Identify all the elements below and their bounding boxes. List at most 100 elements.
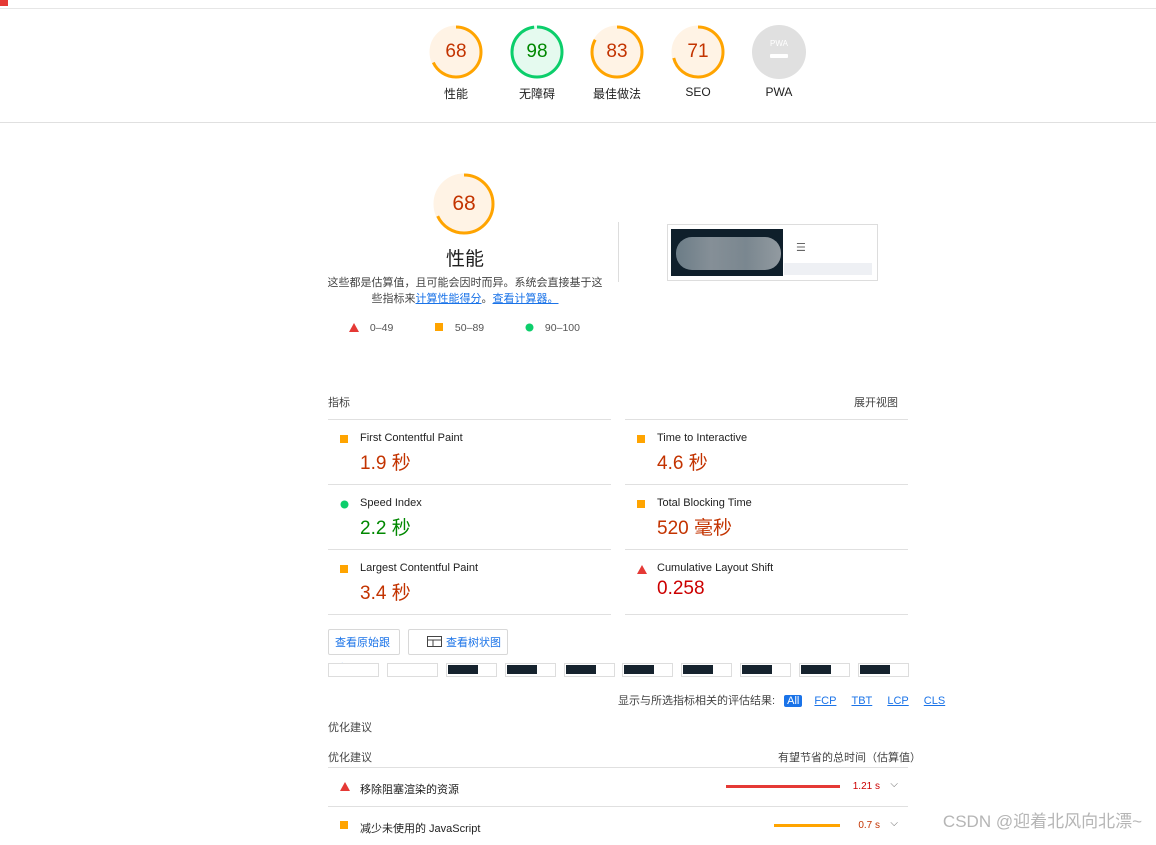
legend-average: 50–89 — [435, 322, 484, 334]
filter-chip-lcp[interactable]: LCP — [884, 695, 911, 707]
gauge-score: 83 — [606, 41, 628, 62]
square-icon — [637, 435, 645, 443]
gauge-label: 最佳做法 — [592, 87, 641, 101]
gauge-score: 71 — [687, 41, 709, 62]
treemap-label: 查看树状图 — [446, 637, 501, 649]
opportunity-unused-js[interactable]: 减少未使用的 JavaScript 0.7 s ⌵ — [328, 806, 908, 845]
savings-time: 0.7 s — [858, 820, 880, 831]
metric-cls: Cumulative Layout Shift 0.258 — [625, 549, 908, 614]
metric-name: Largest Contentful Paint — [360, 562, 479, 574]
filmstrip-frame — [387, 663, 438, 677]
savings-bar — [726, 785, 840, 788]
filmstrip-frame — [446, 663, 497, 677]
screenshot-strip — [784, 263, 872, 275]
performance-score: 68 — [452, 192, 476, 215]
description-punct: 。 — [481, 293, 493, 305]
filter-chip-all[interactable]: All — [784, 695, 803, 707]
view-trace-button[interactable]: 查看原始跟踪 — [328, 629, 400, 675]
gauge-best-practices[interactable]: 83 最佳做法 — [582, 24, 652, 102]
gauge-label: 性能 — [443, 87, 468, 101]
savings-time: 1.21 s — [852, 781, 880, 792]
divider — [625, 614, 908, 615]
opportunity-name: 减少未使用的 JavaScript — [360, 823, 481, 835]
filmstrip-frame — [622, 663, 673, 677]
gauge-score: 98 — [526, 41, 548, 62]
pwa-badge-text: PWA — [770, 39, 789, 48]
gauge-label: PWA — [765, 85, 793, 99]
watermark: CSDN @迎着北风向北漂~ — [942, 812, 1142, 831]
legend-fail: 0–49 — [349, 322, 393, 334]
metric-lcp: Largest Contentful Paint 3.4 秒 — [328, 549, 611, 614]
treemap-icon — [427, 636, 442, 647]
filmstrip-frame — [681, 663, 732, 677]
circle-icon — [340, 500, 349, 509]
gauge-pwa[interactable]: PWA PWA — [744, 24, 814, 99]
performance-title: 性能 — [445, 249, 484, 270]
gauge-label: SEO — [685, 85, 711, 99]
metric-name: Time to Interactive — [657, 432, 748, 444]
opportunities-title: 优化建议 — [328, 722, 372, 734]
metric-value: 1.9 秒 — [360, 453, 411, 474]
filmstrip-frame — [505, 663, 556, 677]
legend-range: 0–49 — [369, 322, 394, 334]
gauge-accessibility[interactable]: 98 无障碍 — [502, 24, 572, 102]
metrics-title: 指标 — [328, 397, 350, 409]
pwa-badge-icon: PWA — [752, 25, 806, 79]
metric-name: Speed Index — [360, 497, 422, 509]
opportunity-render-blocking[interactable]: 移除阻塞渲染的资源 1.21 s ⌵ — [328, 767, 908, 806]
metric-name: Cumulative Layout Shift — [657, 562, 774, 574]
divider — [618, 222, 619, 282]
square-icon — [435, 323, 443, 331]
score-summary: 68 性能 98 无障碍 83 最佳做法 71 SEO PWA PWA — [0, 0, 1156, 123]
triangle-icon — [349, 323, 359, 332]
audit-filter: 显示与所选指标相关的评估结果: All FCP TBT LCP CLS — [618, 692, 948, 708]
filmstrip-frame — [328, 663, 379, 677]
performance-gauge: 68 — [430, 172, 498, 238]
chevron-down-icon[interactable]: ⌵ — [890, 779, 898, 790]
metric-name: Total Blocking Time — [657, 497, 752, 509]
opportunity-name: 移除阻塞渲染的资源 — [360, 784, 459, 796]
metric-fcp: First Contentful Paint 1.9 秒 — [328, 419, 611, 484]
legend-pass: 90–100 — [525, 322, 580, 334]
metric-si: Speed Index 2.2 秒 — [328, 484, 611, 549]
metric-tti: Time to Interactive 4.6 秒 — [625, 419, 908, 484]
square-icon — [637, 500, 645, 508]
filmstrip-frame — [564, 663, 615, 677]
filter-chip-cls[interactable]: CLS — [921, 695, 948, 707]
divider — [328, 614, 611, 615]
menu-icon: ☰ — [796, 242, 806, 254]
filter-chip-fcp[interactable]: FCP — [811, 695, 839, 707]
filmstrip-frame — [858, 663, 909, 677]
filmstrip-frame — [799, 663, 850, 677]
filmstrip-frame — [740, 663, 791, 677]
metric-value: 0.258 — [657, 578, 705, 599]
square-icon — [340, 821, 348, 829]
performance-description: 这些都是估算值，且可能会因时而异。系统会直接基于这些指标来计算性能得分。查看计算… — [326, 275, 604, 307]
square-icon — [340, 435, 348, 443]
chevron-down-icon[interactable]: ⌵ — [890, 818, 898, 829]
final-screenshot[interactable]: ☰ — [667, 224, 878, 281]
gauge-label: 无障碍 — [518, 87, 555, 101]
circle-icon — [525, 323, 534, 332]
opportunities-col-savings: 有望节省的总时间（估算值） — [778, 752, 921, 764]
triangle-icon — [340, 782, 350, 791]
view-treemap-button[interactable]: 查看树状图 — [408, 629, 508, 655]
metric-value: 520 毫秒 — [657, 518, 732, 539]
gauge-performance[interactable]: 68 性能 — [421, 24, 491, 102]
savings-bar — [774, 824, 840, 827]
legend-range: 50–89 — [454, 322, 485, 334]
legend-range: 90–100 — [544, 322, 580, 334]
metric-value: 3.4 秒 — [360, 583, 411, 604]
metric-name: First Contentful Paint — [360, 432, 463, 444]
expand-view-toggle[interactable]: 展开视图 — [854, 394, 898, 410]
square-icon — [340, 565, 348, 573]
gauge-seo[interactable]: 71 SEO — [663, 24, 733, 99]
score-calc-link[interactable]: 计算性能得分 — [416, 293, 482, 305]
screenshot-blurred-content — [676, 237, 781, 270]
metric-value: 2.2 秒 — [360, 518, 411, 539]
calculator-link[interactable]: 查看计算器。 — [493, 293, 559, 305]
filter-chip-tbt[interactable]: TBT — [848, 695, 875, 707]
gauge-score: 68 — [445, 41, 467, 62]
triangle-icon — [637, 565, 647, 574]
filter-label: 显示与所选指标相关的评估结果: — [618, 695, 776, 707]
